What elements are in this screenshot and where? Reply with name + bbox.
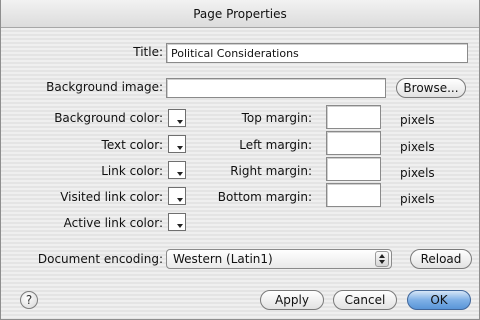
visited-link-color-label: Visited link color: bbox=[60, 190, 163, 204]
top-margin-input[interactable] bbox=[326, 105, 381, 129]
triangle-down-icon bbox=[177, 172, 183, 176]
cancel-button[interactable]: Cancel bbox=[333, 290, 397, 310]
apply-button[interactable]: Apply bbox=[260, 290, 324, 310]
right-margin-unit: pixels bbox=[400, 166, 435, 180]
text-color-swatch[interactable] bbox=[168, 135, 186, 153]
dialog-title: Page Properties bbox=[1, 0, 479, 28]
background-color-swatch[interactable] bbox=[168, 109, 186, 127]
ok-button[interactable]: OK bbox=[407, 290, 471, 310]
document-encoding-value: Western (Latin1) bbox=[173, 252, 273, 266]
bottom-margin-label: Bottom margin: bbox=[217, 190, 312, 204]
background-image-label: Background image: bbox=[46, 80, 163, 94]
title-label: Title: bbox=[133, 45, 163, 59]
text-color-label: Text color: bbox=[101, 138, 163, 152]
triangle-down-icon bbox=[177, 224, 183, 228]
top-margin-unit: pixels bbox=[400, 113, 435, 127]
left-margin-input[interactable] bbox=[326, 131, 381, 155]
document-encoding-select[interactable]: Western (Latin1) bbox=[166, 249, 392, 269]
title-input[interactable]: Political Considerations bbox=[166, 43, 468, 63]
bottom-margin-input[interactable] bbox=[326, 183, 381, 207]
link-color-swatch[interactable] bbox=[168, 161, 186, 179]
top-margin-label: Top margin: bbox=[241, 111, 312, 125]
visited-link-color-swatch[interactable] bbox=[168, 187, 186, 205]
right-margin-label: Right margin: bbox=[230, 164, 312, 178]
left-margin-unit: pixels bbox=[400, 140, 435, 154]
active-link-color-label: Active link color: bbox=[63, 216, 163, 230]
browse-button[interactable]: Browse... bbox=[396, 78, 466, 98]
background-image-input[interactable] bbox=[166, 78, 386, 98]
link-color-label: Link color: bbox=[101, 164, 163, 178]
question-icon[interactable]: ? bbox=[20, 291, 38, 309]
page-properties-dialog: Page Properties Title: Political Conside… bbox=[0, 0, 480, 320]
triangle-down-icon bbox=[177, 120, 183, 124]
right-margin-input[interactable] bbox=[326, 157, 381, 181]
bottom-margin-unit: pixels bbox=[400, 192, 435, 206]
triangle-down-icon bbox=[177, 198, 183, 202]
triangle-down-icon bbox=[177, 146, 183, 150]
document-encoding-label: Document encoding: bbox=[37, 252, 163, 266]
reload-button[interactable]: Reload bbox=[410, 249, 472, 269]
background-color-label: Background color: bbox=[54, 111, 163, 125]
left-margin-label: Left margin: bbox=[239, 138, 312, 152]
active-link-color-swatch[interactable] bbox=[168, 213, 186, 231]
up-down-arrows-icon bbox=[375, 251, 389, 267]
